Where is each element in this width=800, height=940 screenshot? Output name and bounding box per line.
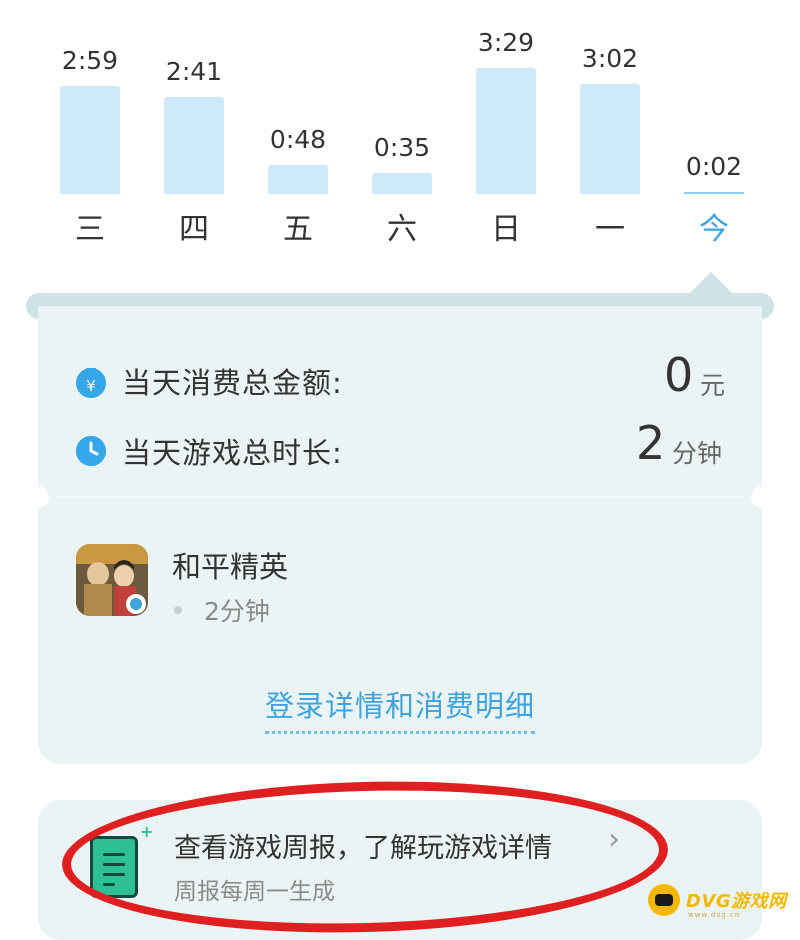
bar-3 (372, 173, 432, 194)
play-time-value: 2 (636, 416, 666, 470)
report-document-icon: + (90, 822, 153, 902)
day-column-6[interactable]: 0:02 今 (662, 0, 766, 260)
play-time-unit: 分钟 (672, 439, 723, 468)
bar-2 (268, 165, 328, 194)
spend-unit: 元 (700, 371, 726, 400)
day-summary: ¥ 当天消费总金额: 0 元 当天游戏总时长: 2 分钟 (38, 306, 762, 496)
day-column-3[interactable]: 0:35 六 (350, 0, 454, 260)
bar-value-label-3: 0:35 (373, 133, 431, 162)
day-label-6: 今 (699, 212, 729, 247)
bar-value-label-6: 0:02 (685, 152, 743, 181)
sparkle-icon: + (140, 822, 154, 841)
bar-5 (580, 84, 640, 194)
day-label-4: 日 (491, 212, 521, 247)
weekly-play-time-chart: 2:59 三 2:41 四 0:48 五 0:35 六 3:29 日 3:02 一 0:02 今 (0, 0, 800, 260)
game-list-item[interactable]: 和平精英 2分钟 (76, 544, 726, 626)
bar-value-label-0: 2:59 (61, 46, 119, 75)
game-name: 和平精英 (172, 550, 289, 584)
watermark-text: DVG游戏网 (686, 891, 787, 912)
chevron-right-icon: › (608, 822, 620, 857)
bar-value-label-4: 3:29 (477, 28, 535, 57)
day-column-0[interactable]: 2:59 三 (38, 0, 142, 260)
selected-bar-marker (684, 192, 744, 194)
svg-text:¥: ¥ (86, 377, 96, 395)
bar-value-label-1: 2:41 (165, 57, 223, 86)
card-divider (56, 496, 744, 498)
bar-0 (60, 86, 120, 194)
game-duration: 2分钟 (204, 597, 270, 626)
duration-bullet (174, 606, 182, 614)
game-cover-icon (76, 544, 148, 616)
selected-day-pointer (687, 272, 735, 296)
day-label-5: 一 (595, 212, 625, 247)
spend-value: 0 (664, 348, 694, 402)
weekly-report-title: 查看游戏周报，了解玩游戏详情 (174, 833, 552, 864)
clock-icon (76, 436, 106, 466)
weekly-report-subtitle: 周报每周一生成 (174, 879, 335, 905)
spend-row: ¥ 当天消费总金额: 0 元 (38, 348, 762, 412)
spend-label: 当天消费总金额: (122, 366, 343, 400)
login-and-spend-details-link[interactable]: 登录详情和消费明细 (38, 683, 762, 734)
bar-value-label-2: 0:48 (269, 125, 327, 154)
detail-link-label: 登录详情和消费明细 (264, 689, 535, 734)
watermark-url: www.dvg.cn (688, 911, 741, 919)
day-column-2[interactable]: 0:48 五 (246, 0, 350, 260)
weekly-report-entry[interactable]: + 查看游戏周报，了解玩游戏详情 周报每周一生成 › (38, 800, 762, 940)
day-column-4[interactable]: 3:29 日 (454, 0, 558, 260)
card-notch-right (751, 486, 773, 508)
day-label-0: 三 (75, 212, 105, 247)
day-column-5[interactable]: 3:02 一 (558, 0, 662, 260)
play-time-row: 当天游戏总时长: 2 分钟 (38, 416, 762, 482)
card-notch-left (27, 486, 49, 508)
bar-1 (164, 97, 224, 194)
day-label-2: 五 (283, 212, 313, 247)
site-watermark: DVG游戏网 www.dvg.cn (648, 883, 787, 919)
bar-value-label-5: 3:02 (581, 44, 639, 73)
day-label-3: 六 (387, 212, 417, 247)
play-time-label: 当天游戏总时长: (122, 436, 343, 470)
day-detail-card: ¥ 当天消费总金额: 0 元 当天游戏总时长: 2 分钟 和平精英 2分钟 登录… (27, 306, 773, 764)
gamepad-icon (648, 884, 680, 916)
day-label-1: 四 (179, 212, 209, 247)
day-column-1[interactable]: 2:41 四 (142, 0, 246, 260)
money-bag-icon: ¥ (76, 368, 106, 398)
bar-4 (476, 68, 536, 194)
